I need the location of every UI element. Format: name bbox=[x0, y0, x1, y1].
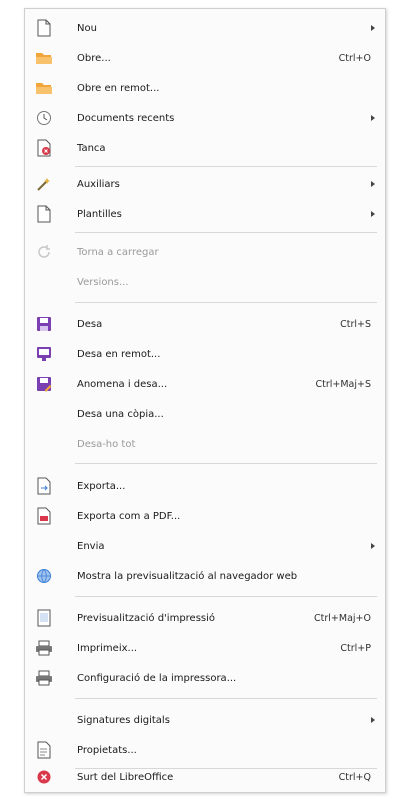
menu-item-label: Torna a carregar bbox=[77, 246, 159, 258]
templates-icon bbox=[35, 205, 53, 223]
web-browser-globe-icon bbox=[35, 567, 53, 585]
menu-item-label: Surt del LibreOffice bbox=[77, 771, 174, 783]
separator bbox=[75, 232, 377, 233]
menu-item-label: Plantilles bbox=[77, 208, 122, 220]
menu-item-label: Anomena i desa... bbox=[77, 378, 168, 390]
submenu-arrow-icon bbox=[371, 543, 375, 549]
menu-item-save-as[interactable]: Anomena i desa... Ctrl+Maj+S bbox=[25, 369, 385, 399]
menu-item-print-preview[interactable]: Previsualització d'impressió Ctrl+Maj+O bbox=[25, 603, 385, 633]
submenu-arrow-icon bbox=[371, 181, 375, 187]
menu-item-label: Desa-ho tot bbox=[77, 438, 136, 450]
menu-item-save-remote[interactable]: Desa en remot... bbox=[25, 339, 385, 369]
menu-item-save-copy[interactable]: Desa una còpia... bbox=[25, 399, 385, 429]
menu-item-send[interactable]: Envia bbox=[25, 531, 385, 561]
submenu-arrow-icon bbox=[371, 211, 375, 217]
wizards-icon bbox=[35, 175, 53, 193]
menu-item-print[interactable]: Imprimeix... Ctrl+P bbox=[25, 633, 385, 663]
shortcut-label: Ctrl+S bbox=[340, 318, 371, 330]
menu-item-label: Propietats... bbox=[77, 744, 137, 756]
menu-item-label: Obre en remot... bbox=[77, 82, 160, 94]
menu-item-label: Obre... bbox=[77, 52, 111, 64]
menu-item-exit[interactable]: Surt del LibreOffice Ctrl+Q bbox=[25, 762, 385, 792]
shortcut-label: Ctrl+Maj+S bbox=[315, 378, 371, 390]
menu-item-label: Tanca bbox=[77, 142, 106, 154]
new-document-icon bbox=[35, 19, 53, 37]
menu-item-label: Mostra la previsualització al navegador … bbox=[77, 570, 298, 582]
menu-item-digital-signatures[interactable]: Signatures digitals bbox=[25, 705, 385, 735]
menu-item-label: Desa una còpia... bbox=[77, 408, 164, 420]
print-preview-icon bbox=[35, 609, 53, 627]
shortcut-label: Ctrl+O bbox=[338, 52, 371, 64]
save-icon bbox=[35, 315, 53, 333]
submenu-arrow-icon bbox=[371, 717, 375, 723]
separator bbox=[75, 302, 377, 303]
menu-item-save-all: Desa-ho tot bbox=[25, 429, 385, 459]
menu-item-recent-documents[interactable]: Documents recents bbox=[25, 103, 385, 133]
menu-item-properties[interactable]: Propietats... bbox=[25, 735, 385, 765]
close-document-icon bbox=[35, 139, 53, 157]
menu-item-save[interactable]: Desa Ctrl+S bbox=[25, 309, 385, 339]
menu-item-label: Auxiliars bbox=[77, 178, 120, 190]
menu-item-new[interactable]: Nou bbox=[25, 13, 385, 43]
menu-item-printer-settings[interactable]: Configuració de la impressora... bbox=[25, 663, 385, 693]
menu-item-label: Configuració de la impressora... bbox=[77, 672, 237, 684]
open-remote-folder-icon bbox=[35, 79, 53, 97]
menu-item-label: Documents recents bbox=[77, 112, 175, 124]
menu-item-label: Signatures digitals bbox=[77, 714, 170, 726]
menu-item-label: Previsualització d'impressió bbox=[77, 612, 216, 624]
menu-item-label: Envia bbox=[77, 540, 105, 552]
shortcut-label: Ctrl+Q bbox=[338, 771, 371, 783]
menu-item-close[interactable]: Tanca bbox=[25, 133, 385, 163]
menu-item-label: Desa en remot... bbox=[77, 348, 161, 360]
menu-item-open[interactable]: Obre... Ctrl+O bbox=[25, 43, 385, 73]
menu-item-label: Exporta... bbox=[77, 480, 126, 492]
submenu-arrow-icon bbox=[371, 115, 375, 121]
menu-item-open-remote[interactable]: Obre en remot... bbox=[25, 73, 385, 103]
printer-settings-icon bbox=[35, 669, 53, 687]
shortcut-label: Ctrl+P bbox=[340, 642, 371, 654]
menu-item-label: Exporta com a PDF... bbox=[77, 510, 181, 522]
shortcut-label: Ctrl+Maj+O bbox=[314, 612, 371, 624]
separator bbox=[75, 698, 377, 699]
export-icon bbox=[35, 477, 53, 495]
submenu-arrow-icon bbox=[371, 25, 375, 31]
save-remote-icon bbox=[35, 345, 53, 363]
export-pdf-icon bbox=[35, 507, 53, 525]
menu-item-label: Imprimeix... bbox=[77, 642, 138, 654]
file-menu: Nou Obre... Ctrl+O Obre en remot... Docu… bbox=[24, 8, 386, 793]
reload-icon bbox=[35, 243, 53, 261]
separator bbox=[75, 463, 377, 464]
exit-icon bbox=[35, 768, 53, 786]
print-icon bbox=[35, 639, 53, 657]
menu-item-export-pdf[interactable]: Exporta com a PDF... bbox=[25, 501, 385, 531]
menu-item-preview-in-browser[interactable]: Mostra la previsualització al navegador … bbox=[25, 561, 385, 591]
menu-item-templates[interactable]: Plantilles bbox=[25, 199, 385, 229]
separator bbox=[75, 166, 377, 167]
menu-item-versions: Versions... bbox=[25, 267, 385, 297]
recent-documents-clock-icon bbox=[35, 109, 53, 127]
menu-item-reload: Torna a carregar bbox=[25, 237, 385, 267]
save-as-icon bbox=[35, 375, 53, 393]
menu-item-wizards[interactable]: Auxiliars bbox=[25, 169, 385, 199]
properties-icon bbox=[35, 741, 53, 759]
menu-item-label: Nou bbox=[77, 22, 97, 34]
menu-item-label: Versions... bbox=[77, 276, 129, 288]
menu-item-label: Desa bbox=[77, 318, 103, 330]
open-folder-icon bbox=[35, 49, 53, 67]
menu-item-export[interactable]: Exporta... bbox=[25, 471, 385, 501]
separator bbox=[75, 596, 377, 597]
